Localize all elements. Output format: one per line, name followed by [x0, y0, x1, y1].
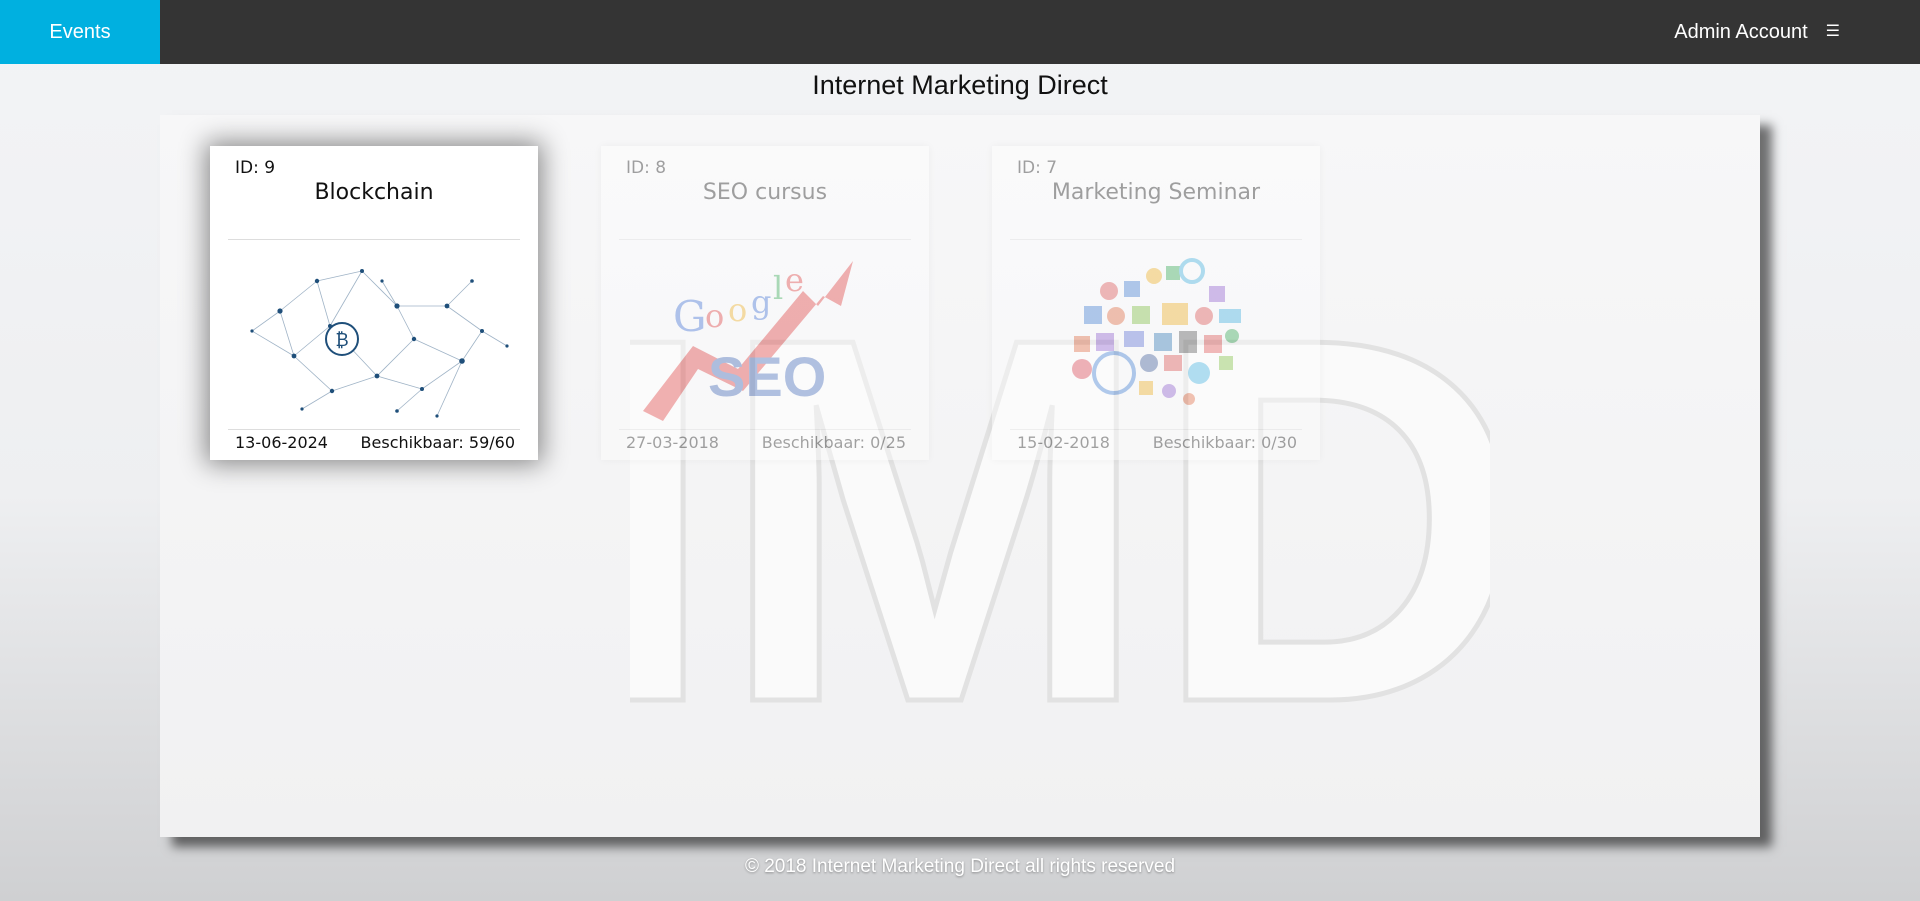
card-divider [228, 429, 520, 430]
nav-events-label: Events [49, 20, 111, 43]
top-navbar: Events Admin Account ☰ [0, 0, 1920, 64]
event-card[interactable]: ID: 7 Marketing Seminar 15-02-2018 Besch… [992, 146, 1320, 460]
svg-text:o: o [705, 297, 724, 335]
account-label: Admin Account [1674, 20, 1808, 43]
event-title: SEO cursus [702, 180, 828, 205]
admin-account-menu[interactable]: Admin Account ☰ [1674, 0, 1840, 64]
svg-text:e: e [785, 261, 804, 299]
event-title: Marketing Seminar [1051, 180, 1261, 205]
svg-text:SEO: SEO [708, 345, 826, 408]
page-title: Internet Marketing Direct [812, 70, 1108, 100]
svg-text:l: l [773, 269, 783, 307]
card-divider [619, 239, 911, 240]
event-date: 13-06-2024 [235, 433, 328, 452]
svg-text:g: g [751, 283, 771, 321]
card-divider [1010, 429, 1302, 430]
event-id: ID: 9 [235, 158, 276, 178]
google-seo-image: G o o g l e SEO [643, 261, 853, 421]
event-date: 27-03-2018 [626, 433, 719, 452]
event-id: ID: 8 [626, 158, 667, 178]
card-divider [619, 429, 911, 430]
event-card[interactable]: ID: 8 SEO cursus G o o g l e SEO 27-03-2… [601, 146, 929, 460]
svg-text:₿: ₿ [335, 330, 348, 351]
menu-icon[interactable]: ☰ [1826, 24, 1840, 40]
event-availability: Beschikbaar: 0/30 [1152, 433, 1297, 452]
event-date: 15-02-2018 [1017, 433, 1110, 452]
nav-events-button[interactable]: Events [0, 0, 160, 64]
social-media-icons-image [1072, 258, 1241, 405]
event-availability: Beschikbaar: 0/25 [761, 433, 906, 452]
card-divider [1010, 239, 1302, 240]
event-title: Blockchain [314, 180, 434, 205]
event-card[interactable]: ID: 9 Blockchain ₿ 13-06-2024 Beschikbaa… [210, 146, 538, 460]
footer-copyright: © 2018 Internet Marketing Direct all rig… [744, 856, 1176, 877]
blockchain-network-image: ₿ [250, 269, 509, 418]
event-availability: Beschikbaar: 59/60 [360, 433, 515, 452]
svg-text:o: o [728, 291, 747, 329]
card-divider [228, 239, 520, 240]
events-panel: IMD ID: 9 Blockchain ₿ 13-06-2024 Beschi… [160, 115, 1760, 837]
event-id: ID: 7 [1017, 158, 1058, 178]
svg-text:G: G [673, 292, 707, 341]
